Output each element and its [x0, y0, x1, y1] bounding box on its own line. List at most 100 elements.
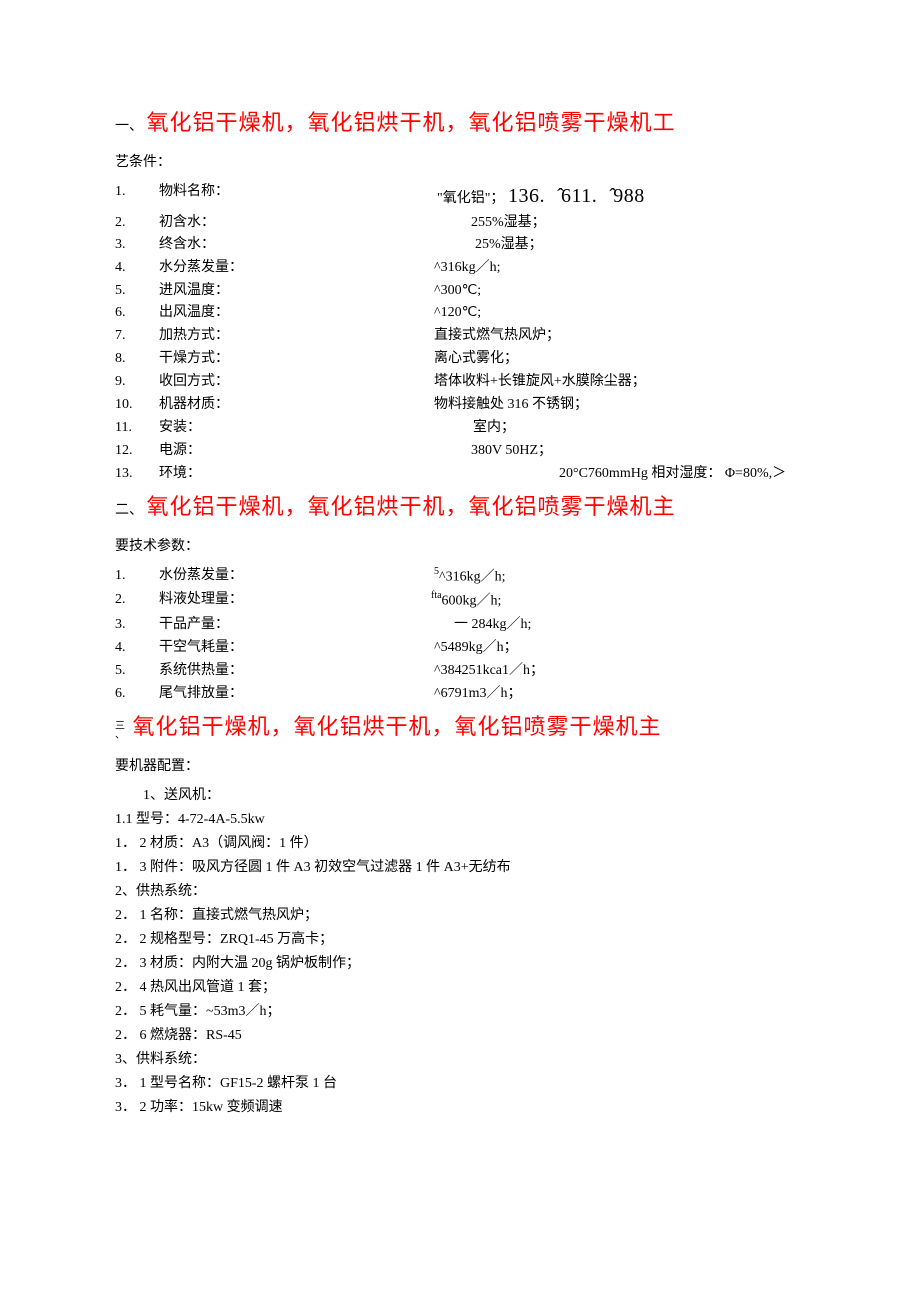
list-item: 2. 初含水： 255%湿基；: [115, 213, 820, 233]
item-value: ^384251kca1／h；: [379, 660, 820, 681]
section1-subtitle: 艺条件：: [115, 152, 820, 173]
sub-item: 3． 1 型号名称：GF15-2 螺杆泵 1 台: [115, 1073, 820, 1094]
item-num: 8.: [115, 348, 159, 369]
sub-item: 2． 5 耗气量：~53m3／h；: [115, 1001, 820, 1022]
section3-subtitle: 要机器配置：: [115, 756, 820, 777]
list-item: 13. 环境： 20°C760mmHg 相对湿度： Φ=80%,＞: [115, 463, 820, 484]
item-label: 机器材质：: [159, 394, 379, 415]
item-num: 13.: [115, 463, 159, 484]
value-pre: "氧化铝"；: [437, 191, 504, 206]
section2-header: 二、 氧化铝干燥机，氧化铝烘干机，氧化铝喷雾干燥机主: [115, 486, 820, 528]
sub-item: 1． 2 材质：A3（调风阀：1 件）: [115, 833, 820, 854]
item-num: 2.: [115, 213, 159, 233]
list-item: 2. 料液处理量： fta600kg／h;: [115, 589, 820, 612]
item-num: 3.: [115, 614, 159, 635]
sub-item: 2． 2 规格型号：ZRQ1-45 万高卡；: [115, 929, 820, 950]
item-value: ^316kg／h;: [379, 257, 820, 278]
list-item: 3. 终含水： 25%湿基；: [115, 235, 820, 255]
sub-item: 2、供热系统：: [115, 881, 820, 902]
item-label: 收回方式：: [159, 371, 379, 392]
list-item: 3. 干品产量： 一 284kg／h;: [115, 614, 820, 635]
sub-item: 3． 2 功率：15kw 变频调速: [115, 1097, 820, 1118]
sub-item: 2． 3 材质：内附大温 20g 锅炉板制作；: [115, 953, 820, 974]
sup-text: fta: [431, 590, 442, 601]
sub-item: 1、送风机：: [115, 785, 820, 806]
list-item: 1. 物料名称： "氧化铝"； 136.一̂611.二̂988: [115, 181, 820, 211]
item-label: 系统供热量：: [159, 660, 379, 681]
item-num: 4.: [115, 257, 159, 278]
sup-text: 5: [434, 566, 439, 577]
list-item: 11. 安装： 室内；: [115, 417, 820, 438]
item-num: 6.: [115, 683, 159, 704]
item-value: 离心式雾化；: [379, 348, 820, 369]
section2-subtitle: 要技术参数：: [115, 536, 820, 557]
item-value: 20°C760mmHg 相对湿度： Φ=80%,＞: [379, 463, 820, 484]
item-num: 4.: [115, 637, 159, 658]
section1-list: 1. 物料名称： "氧化铝"； 136.一̂611.二̂988 2. 初含水： …: [115, 181, 820, 484]
list-item: 4. 水分蒸发量： ^316kg／h;: [115, 257, 820, 278]
item-label: 安装：: [159, 417, 379, 438]
item-num: 1.: [115, 565, 159, 588]
item-value: 物料接触处 316 不锈钢；: [379, 394, 820, 415]
item-value: 一 284kg／h;: [379, 614, 820, 635]
section3-list: 1、送风机： 1.1 型号：4-72-4A-5.5kw 1． 2 材质：A3（调…: [115, 785, 820, 1118]
list-item: 8. 干燥方式： 离心式雾化；: [115, 348, 820, 369]
item-num: 7.: [115, 326, 159, 346]
item-num: 6.: [115, 303, 159, 323]
list-item: 7. 加热方式： 直接式燃气热风炉；: [115, 326, 820, 346]
item-num: 5.: [115, 660, 159, 681]
item-label: 尾气排放量：: [159, 683, 379, 704]
item-value: ^300℃;: [379, 280, 820, 301]
item-value: 255%湿基；: [379, 213, 820, 233]
item-label: 水分蒸发量：: [159, 257, 379, 278]
item-label: 出风温度：: [159, 303, 379, 323]
sub-item: 2． 4 热风出风管道 1 套；: [115, 977, 820, 998]
list-item: 9. 收回方式： 塔体收料+长锥旋风+水膜除尘器；: [115, 371, 820, 392]
item-value: 25%湿基；: [379, 235, 820, 255]
item-value: 室内；: [379, 417, 820, 438]
item-value: ^120℃;: [379, 303, 820, 323]
value-text: ^316kg／h;: [439, 569, 505, 584]
list-item: 4. 干空气耗量： ^5489kg／h；: [115, 637, 820, 658]
value-special: 136.一̂611.二̂988: [508, 185, 645, 207]
item-label: 干品产量：: [159, 614, 379, 635]
item-label: 干燥方式：: [159, 348, 379, 369]
item-num: 10.: [115, 394, 159, 415]
section3-title: 氧化铝干燥机，氧化铝烘干机，氧化铝喷雾干燥机主: [133, 714, 662, 739]
item-num: 12.: [115, 440, 159, 461]
item-label: 环境：: [159, 463, 379, 484]
item-label: 终含水：: [159, 235, 379, 255]
item-value: 塔体收料+长锥旋风+水膜除尘器；: [379, 371, 820, 392]
item-label: 料液处理量：: [159, 589, 379, 612]
item-label: 初含水：: [159, 213, 379, 233]
list-item: 1. 水份蒸发量： 5^316kg／h;: [115, 565, 820, 588]
list-item: 5. 进风温度： ^300℃;: [115, 280, 820, 301]
item-value: ^6791m3／h；: [379, 683, 820, 704]
list-item: 12. 电源： 380V 50HZ；: [115, 440, 820, 461]
item-value: fta600kg／h;: [379, 589, 820, 612]
section1-prefix: 一、: [115, 119, 143, 134]
sub-item: 2． 1 名称：直接式燃气热风炉；: [115, 905, 820, 926]
sub-item: 3、供料系统：: [115, 1049, 820, 1070]
section1-header: 一、 氧化铝干燥机，氧化铝烘干机，氧化铝喷雾干燥机工: [115, 102, 820, 144]
sub-item: 1． 3 附件：吸风方径圆 1 件 A3 初效空气过滤器 1 件 A3+无纺布: [115, 857, 820, 878]
item-value: ^5489kg／h；: [379, 637, 820, 658]
item-label: 水份蒸发量：: [159, 565, 379, 588]
item-num: 1.: [115, 181, 159, 211]
section2-title: 氧化铝干燥机，氧化铝烘干机，氧化铝喷雾干燥机主: [147, 494, 676, 519]
value-text: 600kg／h;: [442, 594, 502, 609]
sub-item: 2． 6 燃烧器：RS-45: [115, 1025, 820, 1046]
list-item: 10. 机器材质： 物料接触处 316 不锈钢；: [115, 394, 820, 415]
section2-list: 1. 水份蒸发量： 5^316kg／h; 2. 料液处理量： fta600kg／…: [115, 565, 820, 704]
section3-header: 三、 氧化铝干燥机，氧化铝烘干机，氧化铝喷雾干燥机主: [115, 706, 820, 748]
item-label: 加热方式：: [159, 326, 379, 346]
item-label: 电源：: [159, 440, 379, 461]
item-value: 直接式燃气热风炉；: [379, 326, 820, 346]
item-value: 380V 50HZ；: [379, 440, 820, 461]
item-num: 11.: [115, 417, 159, 438]
list-item: 6. 出风温度： ^120℃;: [115, 303, 820, 323]
list-item: 5. 系统供热量： ^384251kca1／h；: [115, 660, 820, 681]
item-label: 进风温度：: [159, 280, 379, 301]
section1-title: 氧化铝干燥机，氧化铝烘干机，氧化铝喷雾干燥机工: [147, 110, 676, 135]
item-value: "氧化铝"； 136.一̂611.二̂988: [379, 181, 820, 211]
